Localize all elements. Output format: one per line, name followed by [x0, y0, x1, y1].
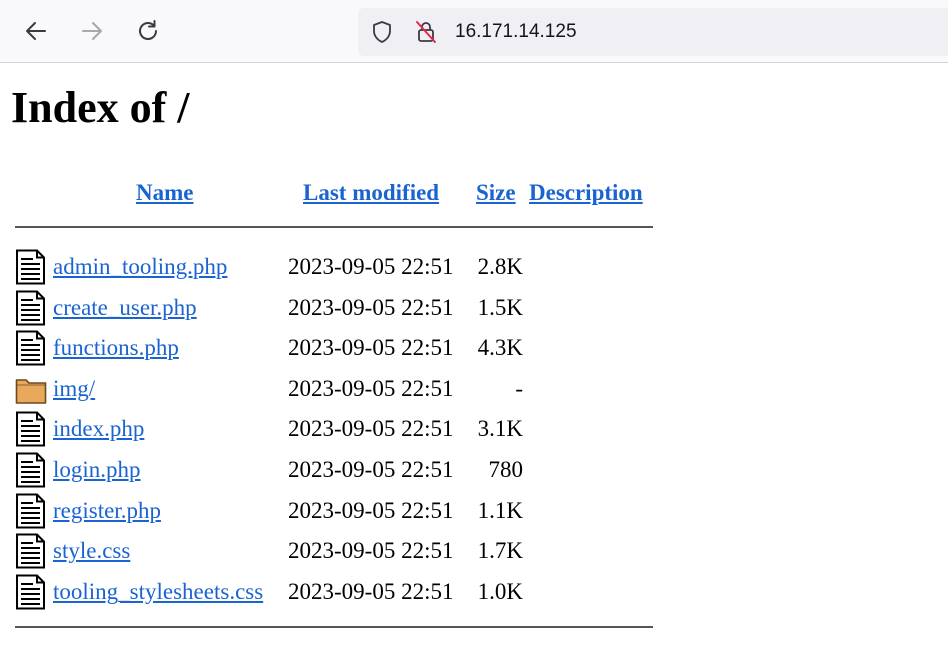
- file-text-icon: [15, 533, 47, 569]
- list-item: index.php 2023-09-05 22:51 3.1K: [15, 409, 655, 449]
- arrow-left-icon: [26, 22, 46, 40]
- last-modified: 2023-09-05 22:51: [288, 254, 454, 279]
- file-size: 1.5K: [477, 294, 523, 320]
- column-header-name[interactable]: Name: [136, 178, 193, 208]
- insecure-lock-icon[interactable]: [414, 20, 438, 44]
- file-size: 1.0K: [477, 578, 523, 604]
- file-text-icon: [15, 249, 47, 285]
- file-link[interactable]: style.css: [53, 537, 130, 565]
- last-modified: 2023-09-05 22:51: [288, 416, 454, 442]
- file-text-icon: [15, 574, 47, 610]
- file-size: 4.3K: [477, 335, 523, 361]
- address-bar[interactable]: 16.171.14.125: [358, 8, 948, 56]
- file-link[interactable]: register.php: [53, 497, 161, 525]
- folder-icon: [15, 371, 47, 407]
- arrow-right-icon: [82, 22, 102, 40]
- file-size: 3.1K: [477, 416, 523, 442]
- file-text-icon: [15, 411, 47, 447]
- list-item: login.php 2023-09-05 22:51 780: [15, 450, 655, 490]
- file-link[interactable]: functions.php: [53, 334, 179, 362]
- forward-button[interactable]: [77, 16, 107, 46]
- column-header-size[interactable]: Size: [476, 178, 516, 208]
- file-size: 1.1K: [477, 497, 523, 523]
- url-text[interactable]: 16.171.14.125: [455, 20, 577, 44]
- file-link[interactable]: admin_tooling.php: [53, 253, 227, 281]
- list-item: register.php 2023-09-05 22:51 1.1K: [15, 491, 655, 531]
- reload-icon: [139, 20, 157, 40]
- file-text-icon: [15, 330, 47, 366]
- divider-bottom: [15, 626, 653, 628]
- last-modified: 2023-09-05 22:51: [288, 538, 454, 564]
- file-size: -: [515, 375, 523, 401]
- reload-button[interactable]: [133, 16, 163, 46]
- last-modified: 2023-09-05 22:51: [288, 294, 454, 320]
- last-modified: 2023-09-05 22:51: [288, 335, 454, 361]
- column-header-last-modified[interactable]: Last modified: [303, 178, 439, 208]
- file-link[interactable]: tooling_stylesheets.css: [53, 578, 263, 606]
- file-link[interactable]: img/: [53, 375, 95, 403]
- last-modified: 2023-09-05 22:51: [288, 578, 454, 604]
- back-button[interactable]: [21, 16, 51, 46]
- list-item: functions.php 2023-09-05 22:51 4.3K: [15, 328, 655, 368]
- last-modified: 2023-09-05 22:51: [288, 497, 454, 523]
- file-text-icon: [15, 493, 47, 529]
- shield-icon[interactable]: [370, 20, 394, 44]
- list-item: img/2023-09-05 22:51 -: [15, 369, 655, 409]
- file-size: 780: [488, 457, 524, 482]
- file-text-icon: [15, 290, 47, 326]
- file-link[interactable]: login.php: [53, 456, 141, 484]
- list-item: tooling_stylesheets.css 2023-09-05 22:51 1…: [15, 572, 655, 612]
- browser-toolbar: 16.171.14.125: [0, 0, 948, 63]
- file-link[interactable]: index.php: [53, 415, 144, 443]
- column-header-description[interactable]: Description: [529, 178, 643, 208]
- last-modified: 2023-09-05 22:51: [288, 457, 454, 482]
- last-modified: 2023-09-05 22:51: [288, 375, 454, 401]
- list-item: style.css 2023-09-05 22:51 1.7K: [15, 531, 655, 571]
- file-link[interactable]: create_user.php: [53, 294, 197, 322]
- list-item: create_user.php 2023-09-05 22:51 1.5K: [15, 288, 655, 328]
- divider-top: [15, 226, 653, 228]
- list-item: admin_tooling.php 2023-09-05 22:51 2.8K: [15, 247, 655, 287]
- file-text-icon: [15, 452, 47, 488]
- file-size: 2.8K: [477, 254, 523, 279]
- file-size: 1.7K: [477, 538, 523, 564]
- page-title: Index of /: [11, 83, 190, 132]
